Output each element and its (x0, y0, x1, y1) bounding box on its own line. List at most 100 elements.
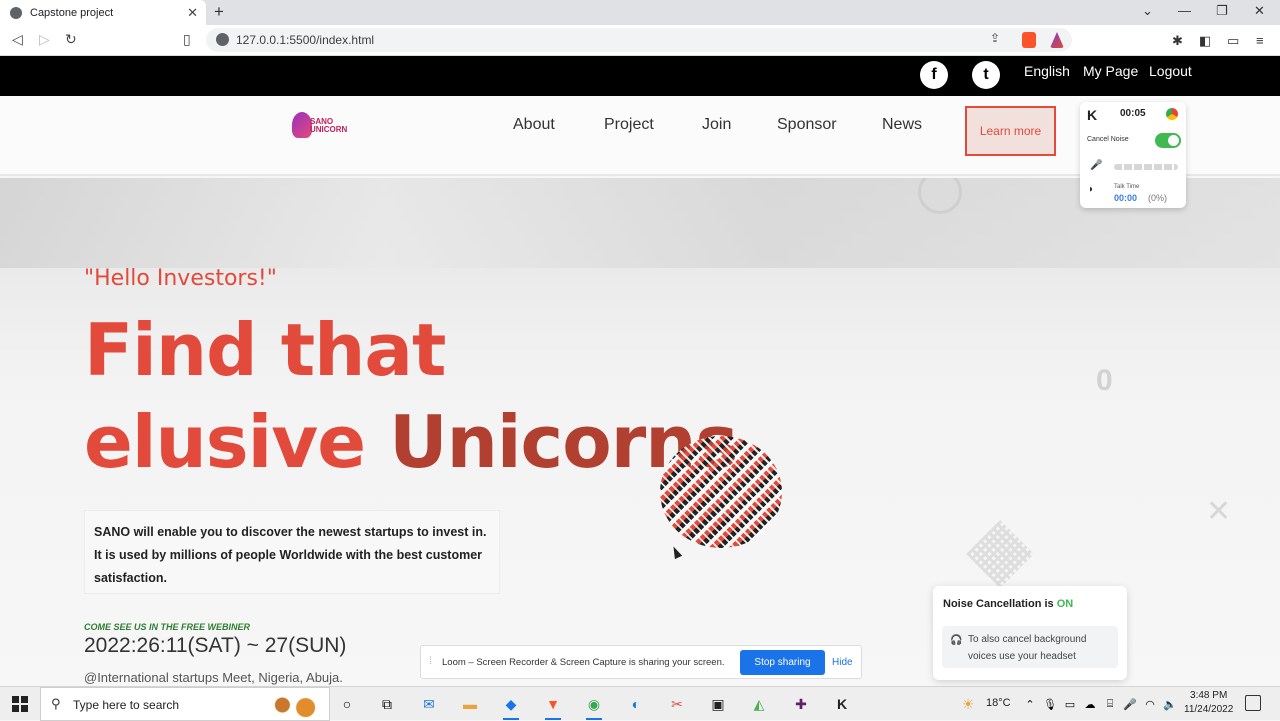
clock-time: 3:48 PM (1190, 690, 1228, 701)
cancel-noise-toggle[interactable] (1155, 133, 1181, 148)
snipping-tool-icon[interactable]: ✂ (667, 694, 687, 714)
speaker-volume-icon[interactable]: 🔈 (1160, 694, 1180, 714)
close-window-button[interactable]: ✕ (1254, 3, 1265, 19)
extensions-icon[interactable]: ✱ (1172, 33, 1186, 48)
search-icon: ⚲ (51, 696, 61, 711)
speaker-icon: ◗ (1088, 184, 1095, 195)
x-decoration-icon: ✕ (1206, 495, 1232, 528)
talk-time-value: 00:00 (1114, 193, 1138, 203)
battery-icon[interactable]: ▭ (1060, 694, 1080, 714)
microphone-icon: 🎤 (1090, 160, 1103, 171)
chrome-taskbar-icon[interactable]: ◉ (584, 694, 604, 720)
krisp-timer: 00:05 (1120, 108, 1146, 119)
krisp-taskbar-icon[interactable]: K (832, 694, 852, 714)
app-icon[interactable]: ◭ (749, 694, 769, 714)
headline-line-1: Find that (84, 308, 446, 392)
close-tab-icon[interactable]: ✕ (187, 5, 198, 21)
taskbar-search-box[interactable]: ⚲ Type here to search (40, 687, 330, 721)
system-clock[interactable]: 3:48 PM 11/24/2022 (1184, 689, 1233, 717)
cancel-noise-label: Cancel Noise (1087, 136, 1129, 143)
browser-tab-bar: Capstone project ✕ + ⌄ — ❐ ✕ (0, 0, 1280, 25)
noise-popup-title-text: Noise Cancellation is (943, 598, 1057, 610)
forward-icon[interactable]: ▷ (39, 31, 50, 48)
wallet-icon[interactable]: ▭ (1227, 33, 1241, 48)
hero-greeting: "Hello Investors!" (84, 266, 277, 291)
loom-sharing-bar: ⁞ Loom – Screen Recorder & Screen Captur… (420, 645, 862, 679)
brave-rewards-icon[interactable] (1050, 32, 1064, 48)
tray-mic-icon[interactable]: 🎙 (1040, 694, 1060, 714)
sidebar-icon[interactable]: ◧ (1199, 33, 1213, 48)
nav-join[interactable]: Join (702, 116, 731, 134)
cortana-icon[interactable]: ○ (337, 694, 357, 714)
vscode-icon[interactable]: ◆ (501, 694, 521, 720)
krisp-logo-icon: K (1087, 107, 1098, 123)
browser-tab[interactable]: Capstone project ✕ (0, 0, 206, 25)
cloud-icon[interactable]: ☁ (1080, 694, 1100, 714)
tab-title: Capstone project (30, 6, 114, 19)
nav-project[interactable]: Project (604, 116, 654, 134)
nav-sponsor[interactable]: Sponsor (777, 116, 837, 134)
krisp-widget: K 00:05 Cancel Noise 🎤 ◗ Talk Time 00:00… (1080, 102, 1186, 208)
share-icon[interactable]: ⇪ (990, 31, 1000, 45)
file-explorer-icon[interactable]: ▬ (460, 694, 480, 714)
talk-time-percent: (0%) (1148, 193, 1168, 203)
hero-description: SANO will enable you to discover the new… (84, 510, 500, 594)
facebook-icon[interactable]: f (920, 61, 948, 89)
my-page-link[interactable]: My Page (1083, 63, 1138, 79)
weather-temperature[interactable]: 18°C (986, 697, 1011, 709)
clock-date: 11/24/2022 (1184, 704, 1234, 715)
wifi-icon[interactable]: ◠ (1140, 694, 1160, 714)
mic-level-meter (1114, 164, 1178, 170)
network-icon[interactable]: ⌸ (1100, 694, 1120, 714)
headset-icon: 🎧 (950, 635, 963, 646)
logout-link[interactable]: Logout (1149, 63, 1192, 79)
bookmark-icon[interactable]: ▯ (183, 31, 191, 48)
headline-line-2a: elusive (84, 400, 390, 484)
volume-mic-icon[interactable]: 🎤 (1120, 694, 1140, 714)
weather-icon[interactable]: ☀ (958, 694, 978, 714)
talk-time-label: Talk Time (1114, 184, 1140, 190)
terminal-icon[interactable]: ▣ (708, 694, 728, 714)
zero-decoration-icon: 0 (1096, 364, 1113, 397)
reload-icon[interactable]: ↻ (65, 31, 77, 48)
site-info-icon[interactable] (216, 33, 229, 46)
minimize-button[interactable]: — (1178, 3, 1191, 18)
url-text: 127.0.0.1:5500/index.html (236, 33, 375, 47)
brave-shields-icon[interactable] (1022, 32, 1036, 48)
brave-icon[interactable]: ▼ (543, 694, 563, 720)
search-placeholder: Type here to search (73, 698, 180, 712)
drag-handle-icon[interactable]: ⁞ (429, 656, 432, 667)
globe-icon (10, 6, 22, 19)
learn-more-button[interactable]: Learn more (965, 106, 1056, 156)
notification-center-icon[interactable] (1245, 695, 1261, 711)
edge-icon[interactable]: ◐ (626, 694, 646, 714)
slack-icon[interactable]: ✚ (791, 694, 811, 714)
language-link[interactable]: English (1024, 63, 1070, 79)
menu-icon[interactable]: ≡ (1256, 33, 1270, 48)
noise-cancellation-popup: Noise Cancellation is ON 🎧 To also cance… (933, 586, 1127, 680)
twitter-icon[interactable]: t (972, 61, 1000, 89)
hide-link[interactable]: Hide (832, 657, 853, 668)
task-view-icon[interactable]: ⧉ (377, 694, 397, 714)
windows-taskbar: ⚲ Type here to search ○ ⧉ ✉ ▬ ◆ ▼ ◉ ◐ ✂ … (0, 686, 1280, 721)
nav-news[interactable]: News (882, 116, 922, 134)
webinar-label: COME SEE US IN THE FREE WEBINER (84, 622, 251, 632)
nav-about[interactable]: About (513, 116, 555, 134)
new-tab-button[interactable]: + (214, 2, 224, 22)
diamond-pattern-decoration (966, 520, 1034, 588)
unicorn-swirl-icon (292, 112, 312, 138)
tab-search-icon[interactable]: ⌄ (1142, 3, 1153, 19)
maximize-button[interactable]: ❐ (1216, 3, 1228, 19)
back-icon[interactable]: ◁ (12, 31, 23, 48)
noise-popup-hint: 🎧 To also cancel background voices use y… (942, 626, 1118, 668)
mail-icon[interactable]: ✉ (419, 694, 439, 714)
noise-popup-state: ON (1056, 598, 1074, 610)
windows-start-icon[interactable] (12, 696, 28, 712)
noise-popup-hint-text: To also cancel background voices use you… (968, 634, 1087, 662)
tray-chevron-icon[interactable]: ⌃ (1020, 694, 1040, 714)
loom-sharing-message: Loom – Screen Recorder & Screen Capture … (442, 657, 725, 668)
address-bar[interactable]: 127.0.0.1:5500/index.html ⇪ (206, 28, 1072, 52)
stop-sharing-button[interactable]: Stop sharing (740, 650, 825, 675)
sano-unicorn-logo[interactable]: SANO UNICORN (292, 112, 356, 138)
browser-toolbar: ◁ ▷ ↻ ▯ 127.0.0.1:5500/index.html ⇪ ✱ ◧ … (0, 25, 1280, 56)
